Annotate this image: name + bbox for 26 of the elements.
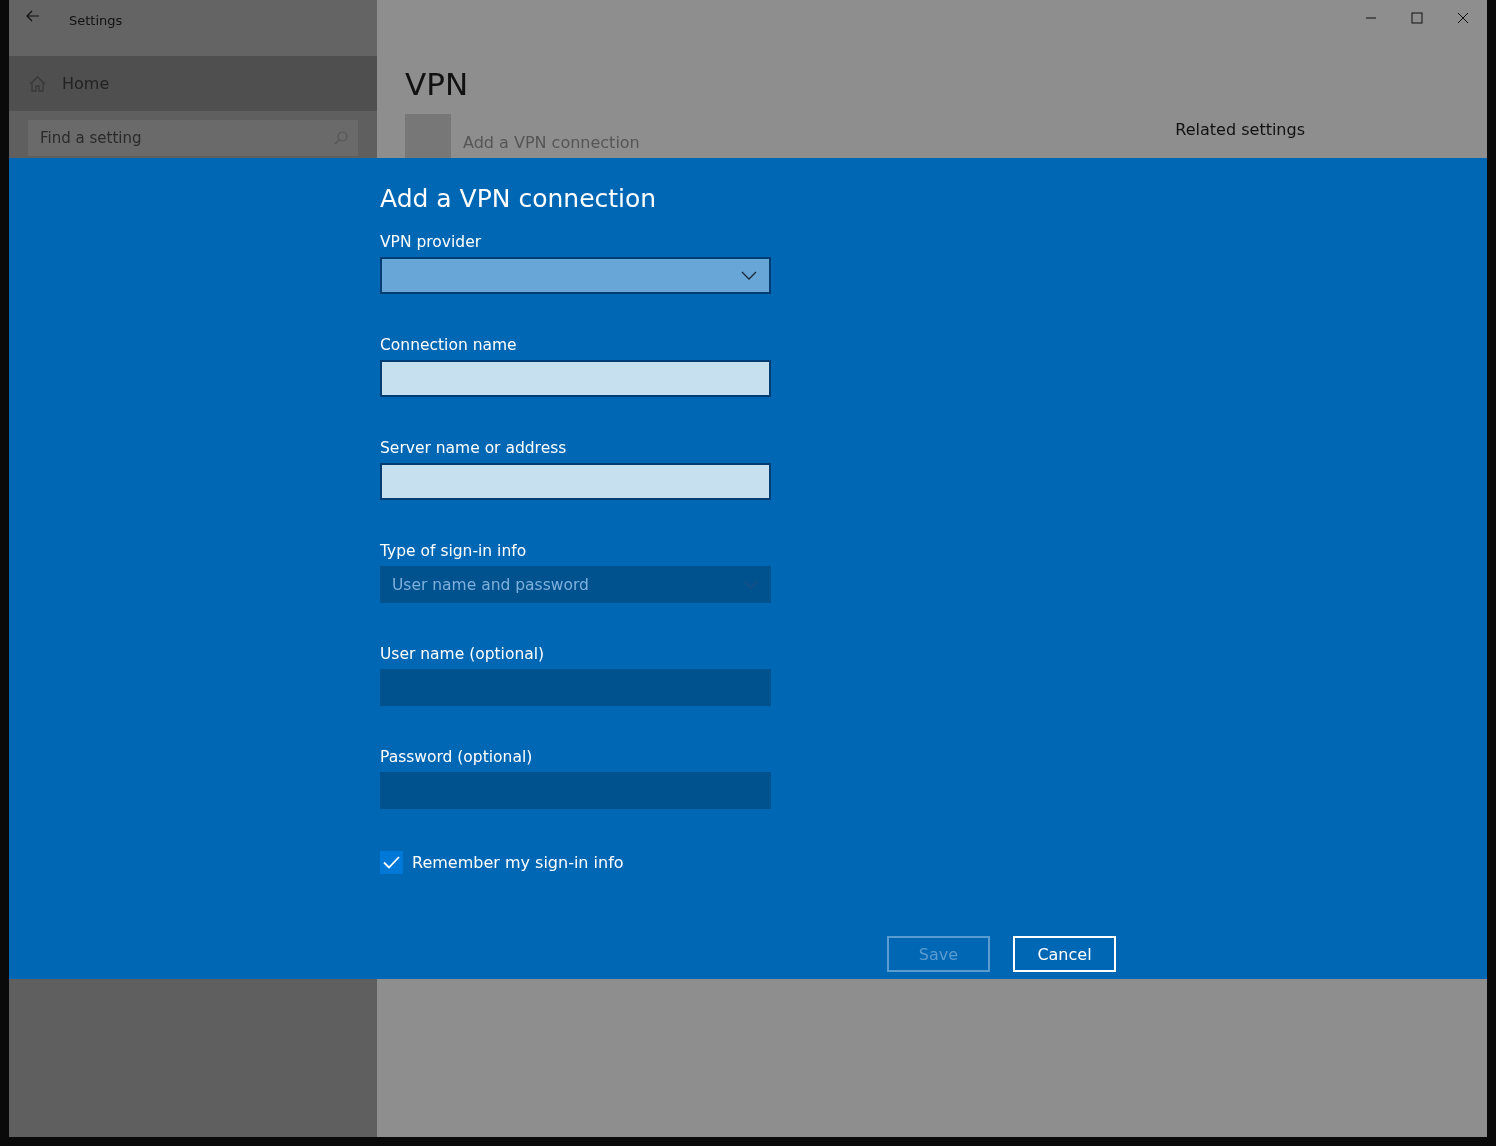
input-field[interactable] bbox=[380, 463, 771, 500]
maximize-icon[interactable] bbox=[1409, 10, 1425, 26]
dropdown-field[interactable] bbox=[380, 257, 771, 294]
dialog-title: Add a VPN connection bbox=[380, 184, 658, 213]
checkbox-label: Remember my sign-in info bbox=[412, 853, 624, 872]
dropdown-value: User name and password bbox=[392, 575, 590, 594]
field-label: Password (optional) bbox=[380, 748, 534, 766]
input-field[interactable] bbox=[380, 360, 771, 397]
close-icon[interactable] bbox=[1455, 10, 1471, 26]
chevron-down-icon bbox=[741, 271, 757, 280]
search-field[interactable]: Find a setting bbox=[28, 120, 358, 156]
add-vpn-link[interactable]: Add a VPN connection bbox=[463, 124, 640, 160]
field-label: Server name or address bbox=[380, 439, 568, 457]
back-arrow-icon[interactable] bbox=[25, 8, 41, 24]
field-label: Connection name bbox=[380, 336, 518, 354]
field-label: User name (optional) bbox=[380, 645, 546, 663]
page-title: VPN bbox=[405, 66, 470, 102]
dialog-button[interactable]: Cancel bbox=[1013, 936, 1116, 972]
field-label: Type of sign-in info bbox=[380, 542, 528, 560]
add-tile[interactable] bbox=[405, 114, 451, 160]
checkbox[interactable] bbox=[380, 851, 403, 874]
checkmark-icon bbox=[383, 856, 400, 869]
window-title: Settings bbox=[69, 13, 123, 28]
chevron-down-icon bbox=[743, 580, 759, 589]
section-heading: Related settings bbox=[1175, 120, 1305, 141]
field-label: VPN provider bbox=[380, 233, 483, 251]
